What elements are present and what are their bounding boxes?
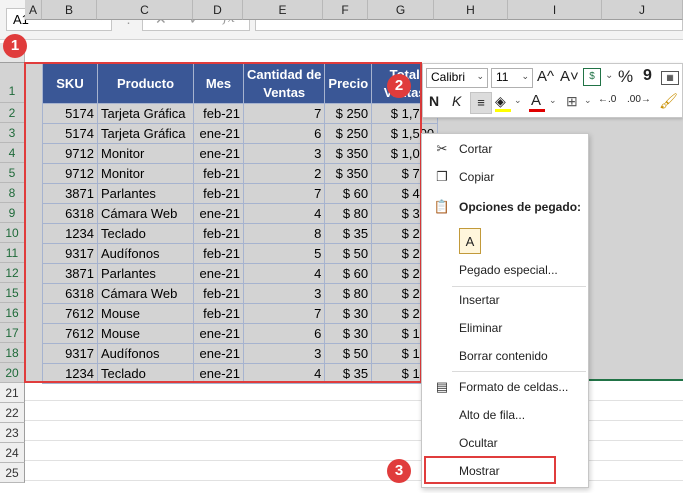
menu-separator (452, 371, 586, 372)
menu-item-alto[interactable]: Alto de fila... (422, 402, 588, 428)
col-header-b[interactable]: B (42, 0, 97, 20)
fill-color-swatch (495, 109, 511, 112)
chevron-down-icon: ⌄ (521, 71, 529, 81)
comma-style-icon[interactable]: 9 (643, 67, 652, 85)
row-header-16[interactable]: 16 (0, 303, 25, 323)
italic-icon[interactable]: K (452, 93, 461, 109)
mostrar-highlight-box (424, 456, 556, 484)
menu-label-copiar: Copiar (459, 170, 495, 184)
menu-item-paste-options: 📋 Opciones de pegado: (422, 194, 588, 220)
row-header-11[interactable]: 11 (0, 243, 25, 263)
format-table-icon[interactable]: ▦ (661, 71, 679, 85)
menu-label-eliminar: Eliminar (459, 321, 503, 335)
row-header-12[interactable]: 12 (0, 263, 25, 283)
menu-item-borrar[interactable]: Borrar contenido (422, 343, 588, 369)
menu-item-ocultar[interactable]: Ocultar (422, 430, 588, 456)
row-header-2[interactable]: 2 (0, 103, 25, 123)
step-badge-3: 3 (387, 459, 411, 483)
col-header-h[interactable]: H (434, 0, 508, 20)
menu-item-eliminar[interactable]: Eliminar (422, 315, 588, 341)
font-size-value: 11 (496, 70, 509, 84)
col-header-a[interactable]: A (25, 0, 42, 20)
menu-item-pegado-especial[interactable]: Pegado especial... (422, 257, 588, 283)
menu-item-formato[interactable]: ▤ Formato de celdas... (422, 374, 588, 400)
col-header-j[interactable]: J (602, 0, 683, 20)
menu-label-alto: Alto de fila... (459, 408, 526, 422)
paste-keep-format-option[interactable]: A (422, 226, 588, 258)
col-header-c[interactable]: C (97, 0, 193, 20)
menu-label-borrar: Borrar contenido (459, 349, 548, 363)
bold-icon[interactable]: N (429, 93, 439, 109)
menu-label-formato: Formato de celdas... (459, 380, 569, 394)
chevron-down-icon[interactable]: ⌄ (584, 95, 592, 106)
menu-label-insertar: Insertar (459, 293, 500, 307)
row-header-1[interactable]: 1 (0, 63, 25, 103)
menu-label-opciones: Opciones de pegado: (459, 200, 582, 214)
menu-label-cortar: Cortar (459, 142, 493, 156)
selection-highlight-box (24, 62, 422, 383)
col-header-g[interactable]: G (368, 0, 434, 20)
paste-format-icon: A (459, 228, 481, 254)
fill-color-icon[interactable]: ◈ (495, 93, 506, 110)
row-header-9[interactable]: 9 (0, 203, 25, 223)
mini-toolbar: Calibri ⌄ 11 ⌄ A^ A˅ $ ⌄ % 9 ▦ N K ≡ ◈ ⌄ A… (422, 63, 683, 118)
font-name-select[interactable]: Calibri ⌄ (426, 68, 488, 88)
scissors-icon: ✂ (436, 141, 448, 156)
clipboard-icon: 📋 (433, 199, 451, 214)
menu-item-copiar[interactable]: ❐ Copiar (422, 164, 588, 190)
align-center-icon[interactable]: ≡ (470, 92, 492, 114)
menu-item-cortar[interactable]: ✂ Cortar (422, 136, 588, 162)
step-badge-2: 2 (387, 74, 411, 98)
decrease-font-icon[interactable]: A˅ (560, 68, 579, 85)
font-size-select[interactable]: 11 ⌄ (491, 68, 533, 88)
decrease-decimal-icon[interactable]: .00→ (627, 94, 651, 105)
col-header-i[interactable]: I (508, 0, 602, 20)
row-header-8[interactable]: 8 (0, 183, 25, 203)
row-header-10[interactable]: 10 (0, 223, 25, 243)
increase-decimal-icon[interactable]: ←.0 (598, 94, 616, 105)
row-header-5[interactable]: 5 (0, 163, 25, 183)
row-header-23[interactable]: 23 (0, 423, 25, 443)
chevron-down-icon[interactable]: ⌄ (605, 70, 613, 81)
menu-label-pegado-especial: Pegado especial... (459, 263, 558, 277)
row-header-17[interactable]: 17 (0, 323, 25, 343)
currency-format-icon[interactable]: $ (583, 68, 601, 86)
percent-icon[interactable]: % (618, 67, 633, 87)
font-name-value: Calibri (431, 70, 466, 84)
menu-label-ocultar: Ocultar (459, 436, 498, 450)
row-header-24[interactable]: 24 (0, 443, 25, 463)
col-header-f[interactable]: F (323, 0, 368, 20)
col-header-e[interactable]: E (243, 0, 323, 20)
borders-icon[interactable]: ⊞ (566, 93, 578, 110)
row-header-15[interactable]: 15 (0, 283, 25, 303)
menu-item-insertar[interactable]: Insertar (422, 287, 588, 313)
chevron-down-icon: ⌄ (476, 71, 484, 81)
row-header-18[interactable]: 18 (0, 343, 25, 363)
chevron-down-icon[interactable]: ⌄ (514, 95, 522, 106)
row-header-4[interactable]: 4 (0, 143, 25, 163)
format-painter-icon[interactable]: 🖌 (659, 92, 678, 110)
row-header-3[interactable]: 3 (0, 123, 25, 143)
row-header-22[interactable]: 22 (0, 403, 25, 423)
step-badge-1: 1 (3, 34, 27, 58)
chevron-down-icon[interactable]: ⌄ (549, 95, 557, 106)
row-header-20[interactable]: 20 (0, 363, 25, 383)
col-header-d[interactable]: D (193, 0, 243, 20)
copy-icon: ❐ (436, 169, 448, 184)
font-color-swatch (529, 109, 545, 112)
increase-font-icon[interactable]: A^ (537, 68, 554, 85)
row-header-25[interactable]: 25 (0, 463, 25, 483)
row-header-21[interactable]: 21 (0, 383, 25, 403)
context-menu: ✂ Cortar ❐ Copiar 📋 Opciones de pegado: … (421, 133, 589, 488)
font-color-icon[interactable]: A (531, 92, 541, 109)
format-cells-icon: ▤ (435, 379, 449, 394)
